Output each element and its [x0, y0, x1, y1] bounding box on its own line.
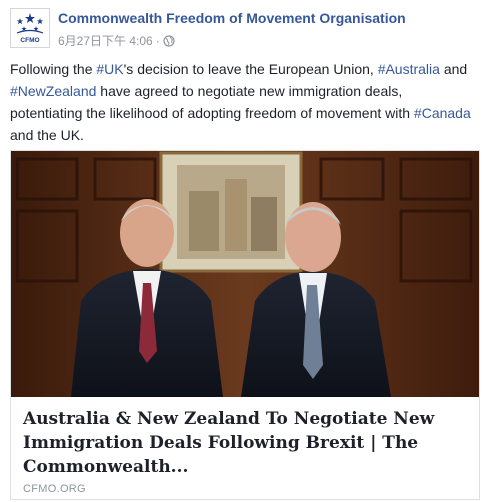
page-avatar[interactable]: CFMO	[10, 8, 50, 48]
post-timestamp[interactable]: 6月27日下午 4:06	[58, 34, 153, 48]
link-domain: CFMO.ORG	[23, 483, 86, 495]
page-name-link[interactable]: Commonwealth Freedom of Movement Organis…	[58, 10, 406, 26]
post-header: CFMO Commonwealth Freedom of Movement Or…	[10, 8, 474, 50]
post-text-segment: and	[439, 61, 468, 77]
link-preview-card[interactable]: Australia & New Zealand To Negotiate New…	[10, 150, 480, 500]
avatar-logo-text: CFMO	[20, 37, 39, 44]
cfmo-logo-icon: CFMO	[11, 9, 49, 47]
post-meta: 6月27日下午 4:06 ·	[58, 32, 175, 49]
post-text-segment: Following the	[10, 61, 97, 77]
hashtag-newzealand[interactable]: #NewZealand	[10, 83, 96, 99]
post-text-segment: and the UK.	[10, 127, 84, 143]
link-preview-image[interactable]	[11, 151, 479, 397]
hashtag-uk[interactable]: #UK	[96, 61, 123, 77]
hashtag-canada[interactable]: #Canada	[414, 105, 471, 121]
link-title[interactable]: Australia & New Zealand To Negotiate New…	[23, 407, 463, 479]
meta-separator: ·	[155, 34, 160, 48]
post-text-segment: 's decision to leave the European Union,	[123, 61, 378, 77]
hashtag-australia[interactable]: #Australia	[378, 61, 440, 77]
photo-two-men-icon	[11, 151, 479, 397]
post-message: Following the #UK's decision to leave th…	[10, 58, 472, 146]
globe-icon[interactable]	[163, 35, 175, 47]
